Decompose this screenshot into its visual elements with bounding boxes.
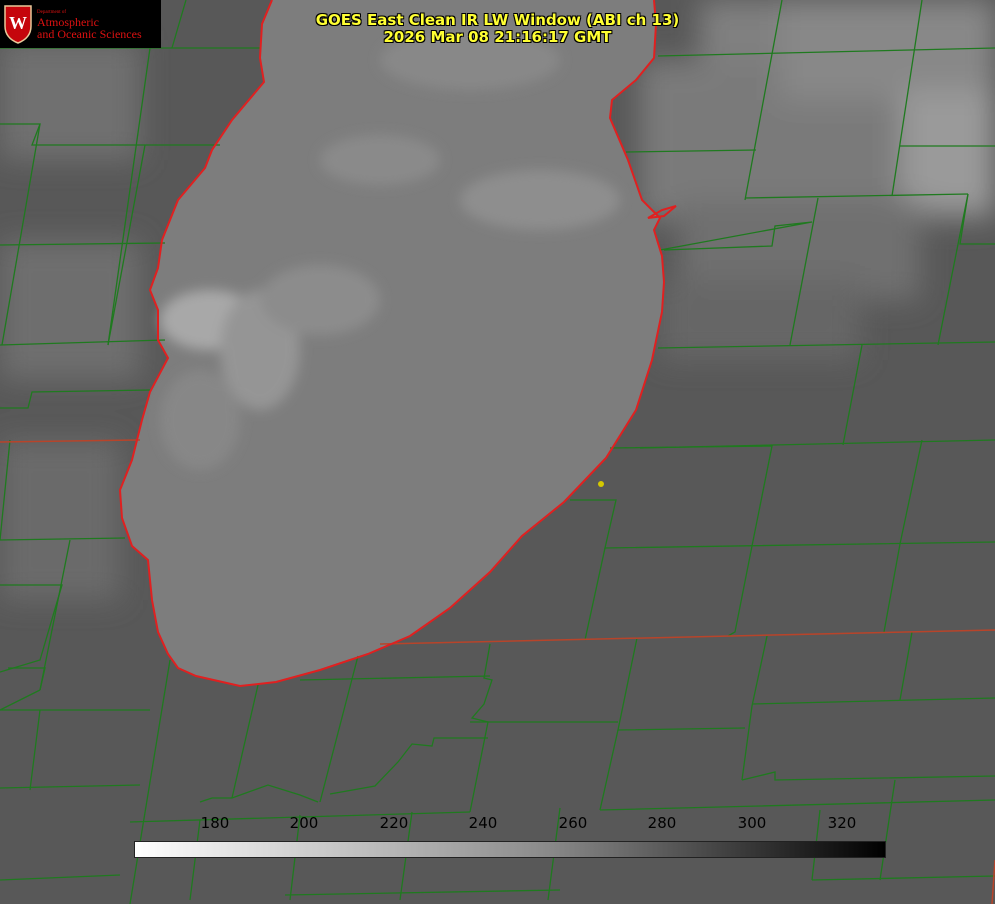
logo-line-2: and Oceanic Sciences: [37, 26, 142, 41]
svg-text:W: W: [9, 13, 27, 33]
uw-crest-icon: W: [3, 3, 33, 45]
colorbar-label: 220: [379, 814, 409, 832]
aos-logo: W Department of Atmospheric and Oceanic …: [0, 0, 161, 48]
colorbar-labels: 180 200 220 240 260 280 300 320: [0, 814, 995, 834]
satellite-map: W Department of Atmospheric and Oceanic …: [0, 0, 995, 904]
map-canvas: [0, 0, 995, 904]
colorbar-label: 180: [200, 814, 230, 832]
location-marker: [598, 481, 604, 487]
colorbar-label: 260: [558, 814, 588, 832]
logo-line-1: Atmospheric: [37, 14, 99, 29]
colorbar-label: 200: [289, 814, 319, 832]
temperature-colorbar: [134, 841, 886, 858]
colorbar-label: 320: [827, 814, 857, 832]
logo-text: Department of Atmospheric and Oceanic Sc…: [37, 9, 142, 40]
colorbar-label: 240: [468, 814, 498, 832]
colorbar-label: 300: [737, 814, 767, 832]
colorbar-label: 280: [647, 814, 677, 832]
